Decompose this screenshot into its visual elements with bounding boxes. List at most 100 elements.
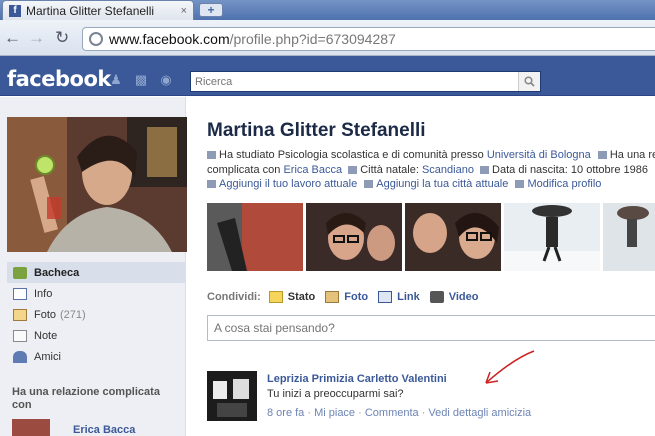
birthday-icon bbox=[480, 166, 490, 175]
nav-item-note[interactable]: Note bbox=[7, 325, 186, 346]
tab-title: Martina Glitter Stefanelli bbox=[26, 3, 155, 18]
back-arrow-icon[interactable]: ← bbox=[4, 28, 21, 48]
info-line-2: complicata con Erica Bacca Città natale:… bbox=[207, 164, 648, 177]
share-video-label: Video bbox=[448, 291, 479, 303]
info-line-1: Ha studiato Psicologia scolastica e di c… bbox=[207, 149, 655, 162]
share-photo-label: Foto bbox=[344, 291, 369, 303]
nav-item-info[interactable]: Info bbox=[7, 283, 186, 304]
nav-label: Bacheca bbox=[34, 266, 80, 279]
browser-tab-strip: f Martina Glitter Stefanelli × + bbox=[0, 0, 655, 20]
url-host: www.facebook.com bbox=[109, 31, 230, 47]
share-status-tab[interactable]: Stato bbox=[268, 291, 316, 303]
relationship-status-text: Ha una rela bbox=[609, 149, 655, 161]
like-link[interactable]: Mi piace bbox=[314, 407, 355, 419]
photo-thumbnail[interactable] bbox=[603, 203, 655, 271]
messages-icon[interactable]: ▩ bbox=[133, 73, 149, 87]
profile-picture[interactable] bbox=[7, 117, 187, 252]
link-icon bbox=[378, 291, 393, 303]
forward-arrow-icon[interactable]: → bbox=[28, 28, 45, 48]
new-tab-button[interactable]: + bbox=[199, 3, 223, 17]
education-icon bbox=[207, 151, 216, 160]
url-path: /profile.php?id=673094287 bbox=[229, 31, 396, 47]
photo-icon bbox=[325, 291, 340, 303]
school-link[interactable]: Università di Bologna bbox=[487, 149, 591, 161]
comment-link[interactable]: Commenta bbox=[365, 407, 419, 419]
left-column: Bacheca Info Foto (271) Note Amici Ha un… bbox=[0, 97, 187, 436]
education-text: Ha studiato Psicologia scolastica e di c… bbox=[219, 149, 487, 161]
share-status-label: Stato bbox=[287, 291, 316, 303]
add-work-link[interactable]: Aggiungi il tuo lavoro attuale bbox=[219, 178, 357, 190]
nav-item-amici[interactable]: Amici bbox=[7, 346, 186, 367]
profile-nav: Bacheca Info Foto (271) Note Amici bbox=[7, 262, 186, 367]
photo-strip bbox=[207, 203, 655, 271]
notifications-globe-icon[interactable]: ◉ bbox=[158, 73, 174, 87]
meta-separator: · bbox=[304, 407, 315, 419]
photo-thumbnail[interactable] bbox=[207, 203, 303, 271]
nav-label: Amici bbox=[34, 350, 61, 363]
share-link-tab[interactable]: Link bbox=[378, 291, 420, 303]
search-box bbox=[190, 71, 541, 92]
facebook-favicon-icon: f bbox=[9, 4, 21, 17]
info-icon bbox=[13, 287, 27, 300]
hometown-link[interactable]: Scandiano bbox=[422, 164, 474, 176]
friends-icon bbox=[13, 350, 27, 363]
facebook-logo[interactable]: facebook bbox=[7, 68, 111, 90]
photo-thumbnail[interactable] bbox=[504, 203, 600, 271]
browser-tab[interactable]: f Martina Glitter Stefanelli × bbox=[2, 0, 194, 20]
pencil-icon bbox=[515, 180, 525, 189]
main-column: Martina Glitter Stefanelli Ha studiato P… bbox=[186, 97, 655, 436]
story-author-link[interactable]: Leprizia Primizia Carletto Valentini bbox=[267, 373, 447, 385]
friend-requests-icon[interactable]: ♟ bbox=[108, 73, 124, 87]
globe-icon bbox=[89, 32, 103, 46]
share-video-tab[interactable]: Video bbox=[429, 291, 479, 303]
status-icon bbox=[268, 291, 283, 303]
share-bar: Condividi: Stato Foto Link Video bbox=[207, 287, 655, 307]
story-author-photo[interactable] bbox=[207, 371, 257, 421]
share-photo-tab[interactable]: Foto bbox=[325, 291, 368, 303]
story-meta: 8 ore fa · Mi piace · Commenta · Vedi de… bbox=[267, 407, 531, 419]
wall-icon bbox=[13, 266, 27, 279]
nav-label: Info bbox=[34, 287, 53, 300]
video-camera-icon bbox=[429, 291, 444, 303]
address-bar[interactable]: www.facebook.com/profile.php?id=67309428… bbox=[82, 27, 655, 51]
search-input[interactable] bbox=[191, 72, 518, 91]
edit-profile-link[interactable]: Modifica profilo bbox=[527, 178, 601, 190]
heart-icon bbox=[597, 151, 607, 160]
nav-label: Foto bbox=[34, 308, 57, 321]
location-icon bbox=[364, 180, 374, 189]
relationship-thumbnail[interactable] bbox=[12, 419, 50, 436]
photo-thumbnail[interactable] bbox=[306, 203, 402, 271]
status-input[interactable] bbox=[208, 316, 655, 340]
friendship-details-link[interactable]: Vedi dettagli amicizia bbox=[428, 407, 531, 419]
nav-item-bacheca[interactable]: Bacheca bbox=[7, 262, 186, 283]
profile-name: Martina Glitter Stefanelli bbox=[207, 120, 426, 141]
status-composer bbox=[207, 315, 655, 341]
photo-thumbnail[interactable] bbox=[405, 203, 501, 271]
share-link-label: Link bbox=[397, 291, 420, 303]
reload-icon[interactable]: ↻ bbox=[55, 28, 69, 48]
hometown-label: Città natale: bbox=[360, 164, 422, 176]
birthday-text: Data di nascita: 10 ottobre 1986 bbox=[492, 164, 648, 176]
work-icon bbox=[207, 180, 216, 189]
annotation-arrow-icon bbox=[485, 350, 535, 384]
story-time-link[interactable]: 8 ore fa bbox=[267, 407, 304, 419]
relationship-link[interactable]: Erica Bacca bbox=[283, 164, 342, 176]
relationship-heading: Ha una relazione complicata con bbox=[12, 386, 160, 411]
add-city-link[interactable]: Aggiungi la tua città attuale bbox=[376, 178, 508, 190]
relationship-name[interactable]: Erica Bacca bbox=[73, 424, 135, 436]
browser-toolbar: ← → ↻ www.facebook.com/profile.php?id=67… bbox=[0, 20, 655, 56]
notes-icon bbox=[13, 329, 27, 342]
relationship-row[interactable]: Erica Bacca bbox=[12, 419, 182, 436]
nav-label: Note bbox=[34, 329, 58, 342]
close-tab-icon[interactable]: × bbox=[181, 5, 187, 17]
info-line-3: Aggiungi il tuo lavoro attuale Aggiungi … bbox=[207, 178, 601, 191]
search-icon[interactable] bbox=[518, 72, 540, 91]
relationship-text: complicata con bbox=[207, 164, 284, 176]
nav-item-foto[interactable]: Foto (271) bbox=[7, 304, 186, 325]
facebook-header: facebook ♟ ▩ ◉ bbox=[0, 56, 655, 96]
story-text: Tu inizi a preoccuparmi sai? bbox=[267, 388, 404, 400]
share-label: Condividi: bbox=[207, 291, 261, 303]
photo-count: (271) bbox=[60, 308, 86, 321]
meta-separator: · bbox=[418, 407, 429, 419]
meta-separator: · bbox=[355, 407, 365, 419]
